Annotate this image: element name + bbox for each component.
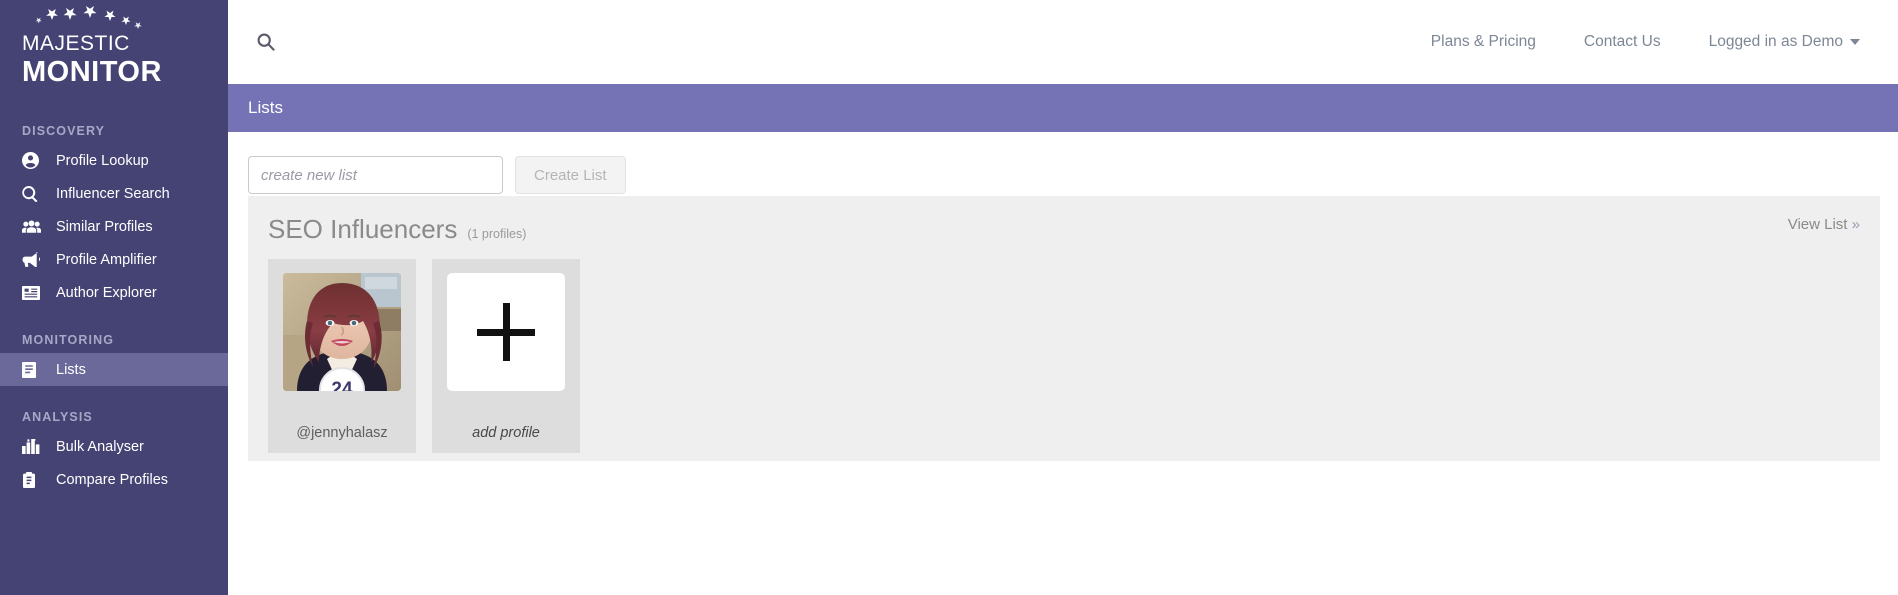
sidebar-item-label: Bulk Analyser [56,438,144,455]
sidebar-item-label: Profile Lookup [56,152,149,169]
search-icon[interactable] [254,30,278,54]
users-icon [22,218,46,236]
sidebar-item-label: Author Explorer [56,284,157,301]
top-bar: Plans & Pricing Contact Us Logged in as … [228,0,1898,84]
list-panel: SEO Influencers (1 profiles) View List » [248,196,1880,461]
view-list-label: View List [1787,216,1848,233]
sidebar-item-influencer-search[interactable]: Influencer Search [0,177,228,210]
add-profile-label: add profile [472,425,540,441]
user-menu[interactable]: Logged in as Demo [1685,33,1866,51]
sidebar-item-profile-amplifier[interactable]: Profile Amplifier [0,243,228,276]
sidebar: MAJESTIC MONITOR DISCOVERY Profile Looku… [0,0,228,595]
bar-chart-icon [22,438,46,456]
sidebar-section-monitoring: MONITORING [22,333,115,347]
stars-arc-icon [35,6,142,29]
search-icon [22,185,46,203]
plus-vertical-bar [502,303,510,361]
megaphone-icon [22,251,46,269]
sidebar-section-analysis: ANALYSIS [22,410,93,424]
app-root: MAJESTIC MONITOR DISCOVERY Profile Looku… [0,0,1898,595]
page-banner: Lists [228,84,1898,132]
view-list-link[interactable]: View List » [1788,216,1860,233]
sidebar-item-author-explorer[interactable]: Author Explorer [0,276,228,309]
sidebar-item-label: Lists [56,361,86,378]
add-profile-card[interactable]: add profile [432,259,580,453]
plus-icon [447,273,565,391]
sidebar-item-label: Influencer Search [56,185,170,202]
sidebar-item-label: Similar Profiles [56,218,153,235]
logo-line-1: MAJESTIC [22,32,130,55]
top-nav: Plans & Pricing Contact Us Logged in as … [1407,0,1866,84]
list-header: SEO Influencers (1 profiles) View List » [248,196,1880,245]
sidebar-item-compare-profiles[interactable]: Compare Profiles [0,463,228,496]
avatar: 24 [283,273,401,391]
clipboard-icon [22,471,46,489]
logo-line-2: MONITOR [22,56,162,88]
create-list-form: Create List [228,132,1898,194]
list-name: SEO Influencers [268,214,458,244]
profile-handle: @jennyhalasz [296,425,388,441]
main-content: Create List SEO Influencers (1 profiles)… [228,132,1898,595]
id-card-icon [22,284,46,302]
page-title: Lists [248,98,283,117]
list-book-icon [22,361,46,379]
sidebar-item-profile-lookup[interactable]: Profile Lookup [0,144,228,177]
profile-card-grid: 24 @jennyhalasz add profile [248,245,1880,453]
sidebar-item-lists[interactable]: Lists [0,353,228,386]
chevron-down-icon [1850,39,1860,45]
sidebar-item-bulk-analyser[interactable]: Bulk Analyser [0,430,228,463]
sidebar-item-label: Compare Profiles [56,471,169,488]
profile-card[interactable]: 24 @jennyhalasz [268,259,416,453]
sidebar-item-label: Profile Amplifier [56,251,157,268]
create-list-input[interactable] [248,156,503,194]
user-circle-icon [22,152,46,170]
nav-contact-us[interactable]: Contact Us [1560,33,1685,51]
create-list-button[interactable]: Create List [515,156,626,194]
nav-plans-and-pricing[interactable]: Plans & Pricing [1407,33,1560,51]
logo[interactable]: MAJESTIC MONITOR [0,0,228,100]
double-chevron-right-icon: » [1851,216,1860,233]
list-profile-count: (1 profiles) [467,227,527,241]
user-menu-label: Logged in as Demo [1708,33,1843,50]
sidebar-item-similar-profiles[interactable]: Similar Profiles [0,210,228,243]
sidebar-section-discovery: DISCOVERY [22,124,106,138]
